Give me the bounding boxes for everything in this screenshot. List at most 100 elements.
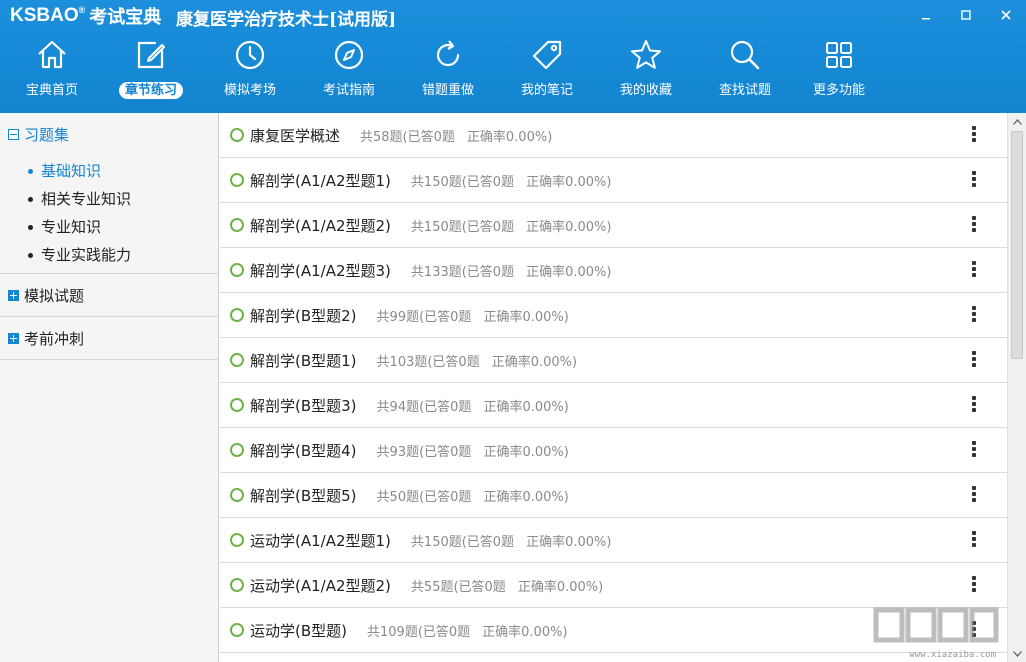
toolbar-my-favorites[interactable]: 我的收藏 [601, 36, 691, 106]
compass-icon [334, 40, 364, 70]
chapter-row[interactable]: 运动学(A1/A2型题1) 共150题(已答0题 正确率0.00%) [220, 518, 1007, 563]
chapter-stats: 共94题(已答0题 正确率0.00%) [376, 399, 569, 415]
sidebar-section-label: 模拟试题 [24, 286, 85, 305]
chapter-row[interactable]: 运动学(A1/A2型题2) 共55题(已答0题 正确率0.00%) [220, 563, 1007, 608]
home-icon [38, 40, 66, 69]
more-options-icon[interactable] [969, 440, 979, 460]
sidebar-item-related-knowledge[interactable]: 相关专业知识 [0, 185, 218, 213]
minimize-button[interactable] [906, 0, 946, 30]
minimize-icon [922, 18, 930, 20]
status-circle-icon [230, 488, 244, 502]
status-circle-icon [230, 443, 244, 457]
divider [0, 359, 218, 360]
chapter-stats: 共109题(已答0题 正确率0.00%) [367, 624, 568, 640]
chapter-title: 运动学(A1/A2型题2) [250, 576, 391, 595]
chapter-row[interactable]: 解剖学(A1/A2型题1) 共150题(已答0题 正确率0.00%) [220, 158, 1007, 203]
chevron-up-icon [1012, 118, 1022, 125]
status-circle-icon [230, 623, 244, 637]
star-icon [631, 40, 661, 69]
chapter-stats: 共50题(已答0题 正确率0.00%) [376, 489, 569, 505]
chapter-row[interactable]: 解剖学(B型题3) 共94题(已答0题 正确率0.00%) [220, 383, 1007, 428]
status-circle-icon [230, 263, 244, 277]
toolbar-my-notes[interactable]: 我的笔记 [502, 36, 592, 106]
sidebar-section-label: 考前冲刺 [24, 329, 85, 348]
sidebar-section-label: 习题集 [24, 125, 70, 144]
sidebar-item-professional-knowledge[interactable]: 专业知识 [0, 213, 218, 241]
more-options-icon[interactable] [969, 530, 979, 550]
close-icon [1001, 10, 1011, 20]
brand-name: 考试宝典 [89, 7, 162, 28]
edit-icon [137, 41, 165, 69]
sidebar-item-practice-ability[interactable]: 专业实践能力 [0, 241, 218, 269]
expand-icon [8, 332, 19, 344]
main-toolbar: 宝典首页 章节练习 模拟考场 考试指南 错题重做 我的笔记 我的收藏 查找试题 [0, 36, 900, 108]
chapter-title: 运动学(A1/A2型题1) [250, 531, 391, 550]
chapter-title: 解剖学(B型题1) [250, 351, 357, 370]
more-options-icon[interactable] [969, 170, 979, 190]
sidebar-section-final-sprint[interactable]: 考前冲刺 [0, 317, 218, 359]
sidebar-section-exercises[interactable]: 习题集 [0, 113, 218, 155]
chapter-title: 解剖学(A1/A2型题1) [250, 171, 391, 190]
chapter-stats: 共99题(已答0题 正确率0.00%) [376, 309, 569, 325]
chapter-row[interactable]: 解剖学(B型题2) 共99题(已答0题 正确率0.00%) [220, 293, 1007, 338]
search-icon [730, 40, 760, 70]
sidebar-item-basic-knowledge[interactable]: 基础知识 [0, 157, 218, 185]
more-options-icon[interactable] [969, 485, 979, 505]
watermark-text: www.xiazaiba.com [909, 650, 996, 660]
more-options-icon[interactable] [969, 215, 979, 235]
sidebar: 习题集 基础知识 相关专业知识 专业知识 专业实践能力 模拟试题 考前冲刺 [0, 113, 219, 662]
more-options-icon[interactable] [969, 395, 979, 415]
chapter-row[interactable]: 解剖学(B型题5) 共50题(已答0题 正确率0.00%) [220, 473, 1007, 518]
toolbar-redo-wrong[interactable]: 错题重做 [403, 36, 493, 106]
status-circle-icon [230, 353, 244, 367]
toolbar-more-functions[interactable]: 更多功能 [794, 36, 884, 106]
status-circle-icon [230, 398, 244, 412]
maximize-button[interactable] [946, 0, 986, 30]
sidebar-section-mock-tests[interactable]: 模拟试题 [0, 274, 218, 316]
chapter-list: 康复医学概述 共58题(已答0题 正确率0.00%) 解剖学(A1/A2型题1) … [220, 113, 1007, 662]
toolbar-mock-exam[interactable]: 模拟考场 [205, 36, 295, 106]
brand: KSBAO® 考试宝典 [10, 4, 161, 28]
scrollbar-thumb[interactable] [1011, 131, 1023, 359]
chapter-stats: 共58题(已答0题 正确率0.00%) [360, 129, 553, 145]
tag-icon [532, 40, 562, 70]
scroll-up-button[interactable] [1008, 113, 1026, 130]
chapter-row[interactable]: 解剖学(B型题1) 共103题(已答0题 正确率0.00%) [220, 338, 1007, 383]
more-options-icon[interactable] [969, 305, 979, 325]
chapter-stats: 共103题(已答0题 正确率0.00%) [376, 354, 578, 370]
chapter-row[interactable]: 解剖学(A1/A2型题3) 共133题(已答0题 正确率0.00%) [220, 248, 1007, 293]
chapter-title: 运动学(B型题) [250, 621, 347, 640]
toolbar-find-questions[interactable]: 查找试题 [700, 36, 790, 106]
more-options-icon[interactable] [969, 350, 979, 370]
brand-logo: KSBAO® [10, 5, 86, 26]
chapter-title: 解剖学(B型题2) [250, 306, 357, 325]
toolbar-home[interactable]: 宝典首页 [7, 36, 97, 106]
chevron-down-icon [1012, 650, 1022, 657]
chapter-stats: 共150题(已答0题 正确率0.00%) [410, 219, 612, 235]
more-options-icon[interactable] [969, 620, 979, 640]
chapter-stats: 共133题(已答0题 正确率0.00%) [410, 264, 612, 280]
window-controls [906, 0, 1026, 30]
chapter-title: 解剖学(A1/A2型题3) [250, 261, 391, 280]
chapter-row[interactable]: 解剖学(A1/A2型题2) 共150题(已答0题 正确率0.00%) [220, 203, 1007, 248]
chapter-row[interactable]: 解剖学(B型题4) 共93题(已答0题 正确率0.00%) [220, 428, 1007, 473]
chapter-stats: 共93题(已答0题 正确率0.00%) [376, 444, 569, 460]
close-button[interactable] [986, 0, 1026, 30]
sidebar-sublist: 基础知识 相关专业知识 专业知识 专业实践能力 [0, 155, 218, 273]
chapter-row[interactable]: 康复医学概述 共58题(已答0题 正确率0.00%) [220, 113, 1007, 158]
expand-icon [8, 289, 19, 301]
more-options-icon[interactable] [969, 575, 979, 595]
more-options-icon[interactable] [969, 260, 979, 280]
scroll-down-button[interactable] [1008, 645, 1026, 662]
status-circle-icon [230, 533, 244, 547]
chapter-row[interactable]: 运动学(B型题) 共109题(已答0题 正确率0.00%) [220, 608, 1007, 653]
clock-icon [235, 40, 265, 70]
more-options-icon[interactable] [969, 125, 979, 145]
vertical-scrollbar[interactable] [1007, 113, 1026, 662]
toolbar-chapter-practice[interactable]: 章节练习 [106, 36, 196, 106]
toolbar-exam-guide[interactable]: 考试指南 [304, 36, 394, 106]
refresh-icon [436, 40, 460, 67]
status-circle-icon [230, 128, 244, 142]
chapter-title: 解剖学(B型题4) [250, 441, 357, 460]
status-circle-icon [230, 173, 244, 187]
